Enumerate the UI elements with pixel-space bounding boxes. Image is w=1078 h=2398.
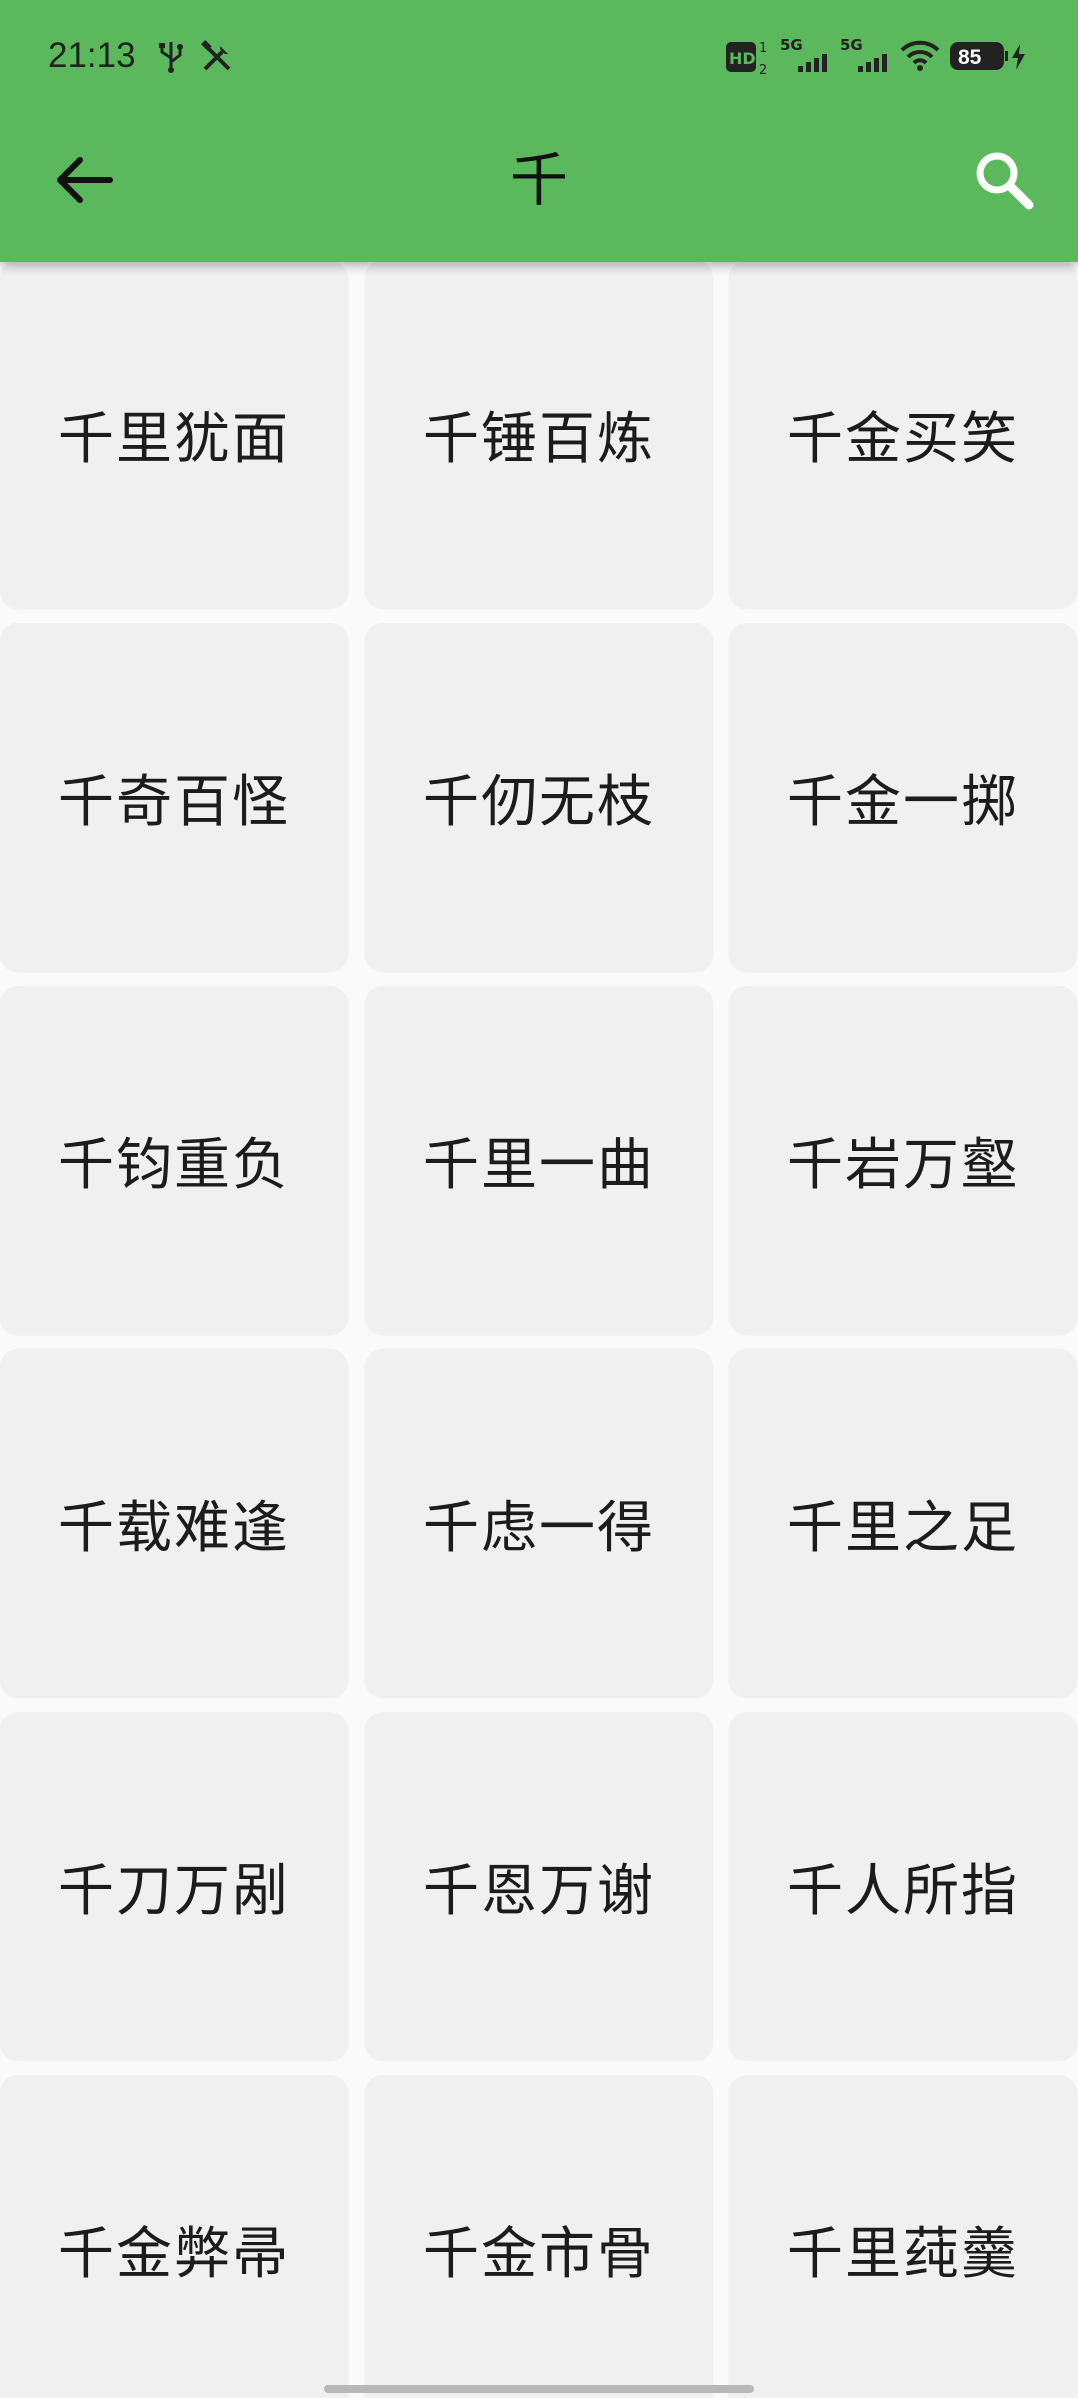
app-root: 21:13 HD 1 2 5G 5G 85 千 千里犹面 千锤百炼 千金买笑 千… xyxy=(0,0,1078,2398)
idiom-label: 千虑一得 xyxy=(423,1495,655,1561)
svg-text:1: 1 xyxy=(759,41,767,56)
idiom-card[interactable]: 千仞无枝 xyxy=(365,623,713,971)
idiom-label: 千里一曲 xyxy=(423,1132,655,1198)
svg-text:2: 2 xyxy=(759,63,767,78)
idiom-label: 千里莼羹 xyxy=(787,2221,1019,2287)
idiom-label: 千人所指 xyxy=(787,1858,1019,1924)
svg-text:5G: 5G xyxy=(780,36,803,54)
idiom-card[interactable]: 千恩万谢 xyxy=(365,1712,713,2060)
idiom-card[interactable]: 千人所指 xyxy=(729,1712,1077,2060)
idiom-label: 千金市骨 xyxy=(423,2221,655,2287)
idiom-card[interactable]: 千里莼羹 xyxy=(729,2075,1077,2398)
gesture-nav-handle[interactable] xyxy=(324,2385,754,2393)
battery-icon: 85 xyxy=(950,42,1030,76)
svg-text:HD: HD xyxy=(729,49,756,68)
idiom-label: 千里之足 xyxy=(787,1495,1019,1561)
status-bar: 21:13 HD 1 2 5G 5G 85 xyxy=(0,0,1078,116)
idiom-card[interactable]: 千虑一得 xyxy=(365,1349,713,1697)
idiom-card[interactable]: 千刀万剐 xyxy=(0,1712,348,2060)
hd-badge: HD 1 2 xyxy=(726,38,770,82)
idiom-card[interactable]: 千金市骨 xyxy=(365,2075,713,2398)
idiom-label: 千奇百怪 xyxy=(58,769,290,835)
idiom-label: 千金买笑 xyxy=(787,406,1019,472)
idiom-label: 千刀万剐 xyxy=(58,1858,290,1924)
idiom-card[interactable]: 千里犹面 xyxy=(0,260,348,608)
tools-icon xyxy=(200,40,234,78)
idiom-card[interactable]: 千金买笑 xyxy=(729,260,1077,608)
idiom-card[interactable]: 千金一掷 xyxy=(729,623,1077,971)
search-button[interactable] xyxy=(968,144,1040,216)
idiom-card[interactable]: 千金弊帚 xyxy=(0,2075,348,2398)
idiom-card[interactable]: 千锤百炼 xyxy=(365,260,713,608)
svg-text:5G: 5G xyxy=(840,36,863,54)
idiom-card[interactable]: 千岩万壑 xyxy=(729,986,1077,1334)
search-icon xyxy=(968,152,1040,220)
idiom-label: 千恩万谢 xyxy=(423,1858,655,1924)
idiom-label: 千里犹面 xyxy=(58,406,290,472)
idiom-card[interactable]: 千里之足 xyxy=(729,1349,1077,1697)
idiom-label: 千金弊帚 xyxy=(58,2221,290,2287)
idiom-card[interactable]: 千奇百怪 xyxy=(0,623,348,971)
idiom-card[interactable]: 千里一曲 xyxy=(365,986,713,1334)
idiom-label: 千仞无枝 xyxy=(423,769,655,835)
page-title: 千 xyxy=(509,146,568,214)
idiom-label: 千载难逢 xyxy=(58,1495,290,1561)
app-bar: 21:13 HD 1 2 5G 5G 85 千 xyxy=(0,0,1078,262)
svg-text:85: 85 xyxy=(958,46,982,69)
signal-sim2-icon: 5G xyxy=(840,36,896,80)
idiom-label: 千锤百炼 xyxy=(423,406,655,472)
idiom-label: 千金一掷 xyxy=(787,769,1019,835)
idiom-label: 千钧重负 xyxy=(58,1132,290,1198)
wifi-icon xyxy=(900,38,940,76)
idiom-card[interactable]: 千钧重负 xyxy=(0,986,348,1334)
signal-sim1-icon: 5G xyxy=(780,36,836,80)
usb-icon xyxy=(156,40,186,78)
status-time: 21:13 xyxy=(48,36,136,75)
idiom-card[interactable]: 千载难逢 xyxy=(0,1349,348,1697)
idiom-label: 千岩万壑 xyxy=(787,1132,1019,1198)
